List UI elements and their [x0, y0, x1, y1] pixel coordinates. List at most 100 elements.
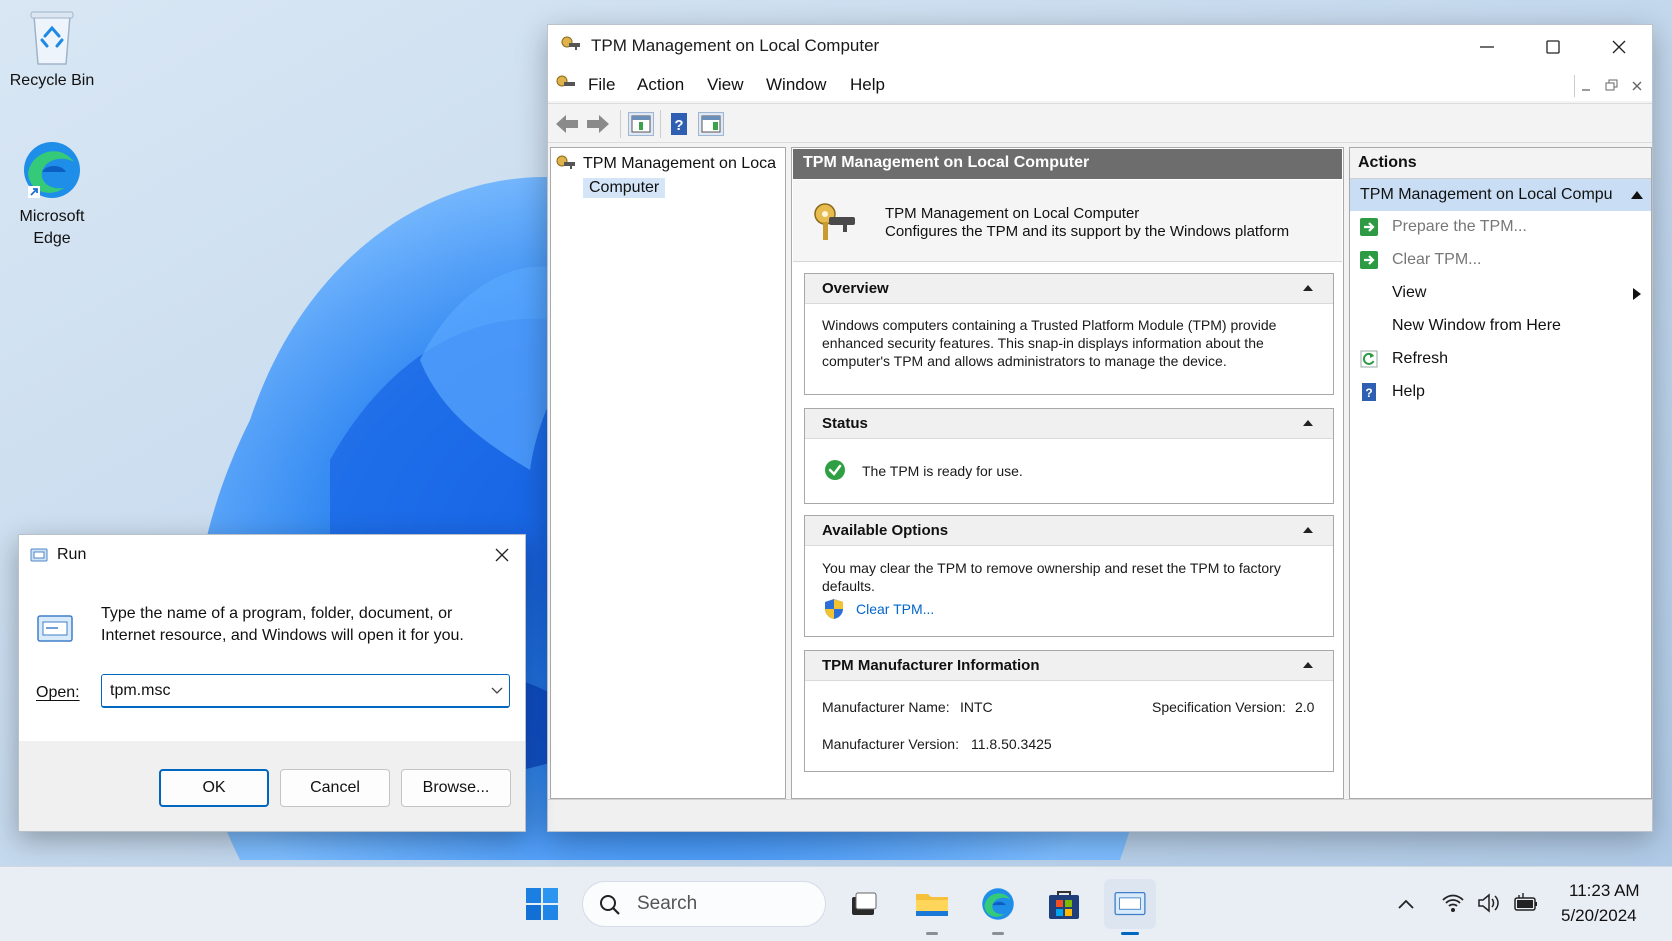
mdi-restore-icon — [1605, 79, 1618, 91]
actions-group-label: TPM Management on Local Compu — [1360, 186, 1613, 203]
mdi-restore-button[interactable] — [1600, 75, 1622, 97]
task-view-button[interactable] — [838, 879, 890, 929]
file-explorer-button[interactable] — [906, 879, 958, 935]
volume-icon[interactable] — [1477, 893, 1503, 913]
battery-icon[interactable] — [1513, 893, 1539, 913]
back-button[interactable] — [554, 112, 580, 136]
specification-version-label: Specification Version: — [1152, 699, 1286, 715]
console-tree-icon — [631, 115, 651, 133]
run-taskbar-button[interactable] — [1104, 879, 1156, 935]
wifi-icon[interactable] — [1441, 893, 1465, 913]
run-title-bar[interactable]: Run — [19, 535, 525, 575]
status-title: Status — [822, 415, 868, 432]
intro-title: TPM Management on Local Computer — [885, 205, 1140, 222]
recycle-bin-icon — [30, 11, 74, 65]
edge-desktop-icon[interactable]: Microsoft Edge — [0, 138, 104, 250]
tree-node-label-line2: Computer — [583, 178, 666, 198]
clear-tpm-link[interactable]: Clear TPM... — [856, 601, 934, 617]
collapse-caret-icon[interactable] — [1303, 527, 1313, 533]
close-icon — [1612, 40, 1626, 54]
taskbar-search-box[interactable]: Search — [582, 881, 826, 927]
menu-file[interactable]: File — [588, 75, 615, 95]
running-indicator — [926, 932, 938, 935]
manufacturer-info-header[interactable]: TPM Manufacturer Information — [805, 651, 1333, 681]
action-prepare-tpm[interactable]: Prepare the TPM... — [1350, 211, 1651, 244]
status-section: Status The TPM is ready for use. — [804, 408, 1334, 504]
help-toolbar-button[interactable]: ? — [666, 112, 692, 136]
actions-group-header[interactable]: TPM Management on Local Compu — [1350, 179, 1651, 211]
action-refresh[interactable]: Refresh — [1350, 343, 1651, 376]
collapse-caret-icon[interactable] — [1303, 662, 1313, 668]
tree-node-tpm-root[interactable]: TPM Management on Loca Computer — [555, 152, 785, 202]
show-hide-action-pane-button[interactable] — [698, 112, 724, 136]
show-hidden-icons-chevron-icon[interactable] — [1397, 898, 1415, 910]
forward-button[interactable] — [585, 112, 611, 136]
clock-date[interactable]: 5/20/2024 — [1561, 906, 1637, 926]
manufacturer-name-value: INTC — [960, 699, 993, 715]
start-button[interactable] — [516, 879, 568, 929]
task-view-icon — [852, 892, 877, 915]
active-indicator — [1121, 932, 1139, 935]
mdi-minimize-button[interactable] — [1574, 75, 1596, 97]
ok-button[interactable]: OK — [159, 769, 269, 807]
clock-time[interactable]: 11:23 AM — [1569, 881, 1640, 901]
toolbar-separator — [660, 110, 661, 138]
action-view[interactable]: View — [1350, 277, 1651, 310]
toolbar-separator — [620, 110, 621, 138]
run-program-icon — [37, 615, 73, 642]
overview-text: Windows computers containing a Trusted P… — [822, 317, 1277, 369]
mdi-minimize-icon — [1582, 89, 1590, 91]
folder-icon — [916, 894, 948, 916]
show-hide-console-tree-button[interactable] — [628, 112, 654, 136]
overview-header[interactable]: Overview — [805, 274, 1333, 304]
open-combobox[interactable]: tpm.msc — [101, 674, 510, 708]
status-header[interactable]: Status — [805, 409, 1333, 439]
running-indicator — [992, 932, 1004, 935]
action-help[interactable]: ? Help — [1350, 376, 1651, 409]
recycle-bin-desktop-icon[interactable]: Recycle Bin — [0, 8, 104, 92]
available-options-header[interactable]: Available Options — [805, 516, 1333, 546]
green-check-icon — [825, 460, 845, 480]
back-arrow-icon — [556, 115, 578, 133]
manufacturer-info-section: TPM Manufacturer Information Manufacture… — [804, 650, 1334, 772]
store-icon — [1049, 891, 1079, 919]
collapse-caret-icon[interactable] — [1303, 420, 1313, 426]
action-label: Prepare the TPM... — [1392, 218, 1527, 235]
edge-taskbar-button[interactable] — [972, 879, 1024, 935]
actions-header: Actions — [1350, 148, 1651, 179]
minimize-button[interactable] — [1454, 25, 1520, 69]
menu-window[interactable]: Window — [766, 75, 826, 95]
collapse-caret-icon[interactable] — [1303, 285, 1313, 291]
available-options-text: You may clear the TPM to remove ownershi… — [822, 560, 1281, 594]
available-options-section: Available Options You may clear the TPM … — [804, 515, 1334, 637]
manufacturer-version-label: Manufacturer Version: — [822, 736, 959, 752]
uac-shield-icon — [825, 599, 843, 619]
refresh-icon — [1360, 350, 1378, 368]
svg-text:?: ? — [1365, 386, 1372, 400]
action-label: Help — [1392, 383, 1425, 400]
browse-button[interactable]: Browse... — [401, 769, 511, 807]
action-clear-tpm[interactable]: Clear TPM... — [1350, 244, 1651, 277]
action-new-window[interactable]: New Window from Here — [1350, 310, 1651, 343]
edge-icon — [24, 142, 80, 198]
run-close-button[interactable] — [479, 535, 525, 575]
edge-icon — [982, 888, 1014, 920]
svg-text:?: ? — [674, 117, 683, 134]
maximize-button[interactable] — [1520, 25, 1586, 69]
cancel-button[interactable]: Cancel — [280, 769, 390, 807]
tpm-title-bar[interactable]: TPM Management on Local Computer — [548, 25, 1652, 69]
run-dialog: Run Type the name of a program, folder, … — [18, 534, 526, 832]
menu-view[interactable]: View — [707, 75, 744, 95]
collapse-up-icon[interactable] — [1631, 191, 1643, 199]
mdi-close-button[interactable] — [1626, 75, 1648, 97]
store-button[interactable] — [1038, 879, 1090, 929]
menu-action[interactable]: Action — [637, 75, 684, 95]
specification-version-value: 2.0 — [1295, 699, 1315, 715]
close-button[interactable] — [1586, 25, 1652, 69]
green-arrow-icon — [1360, 251, 1378, 269]
open-input[interactable]: tpm.msc — [110, 682, 170, 700]
menu-help[interactable]: Help — [850, 75, 885, 95]
edge-label: Microsoft Edge — [19, 208, 85, 247]
chevron-down-icon[interactable] — [491, 687, 503, 695]
mdi-close-icon — [1632, 81, 1642, 91]
